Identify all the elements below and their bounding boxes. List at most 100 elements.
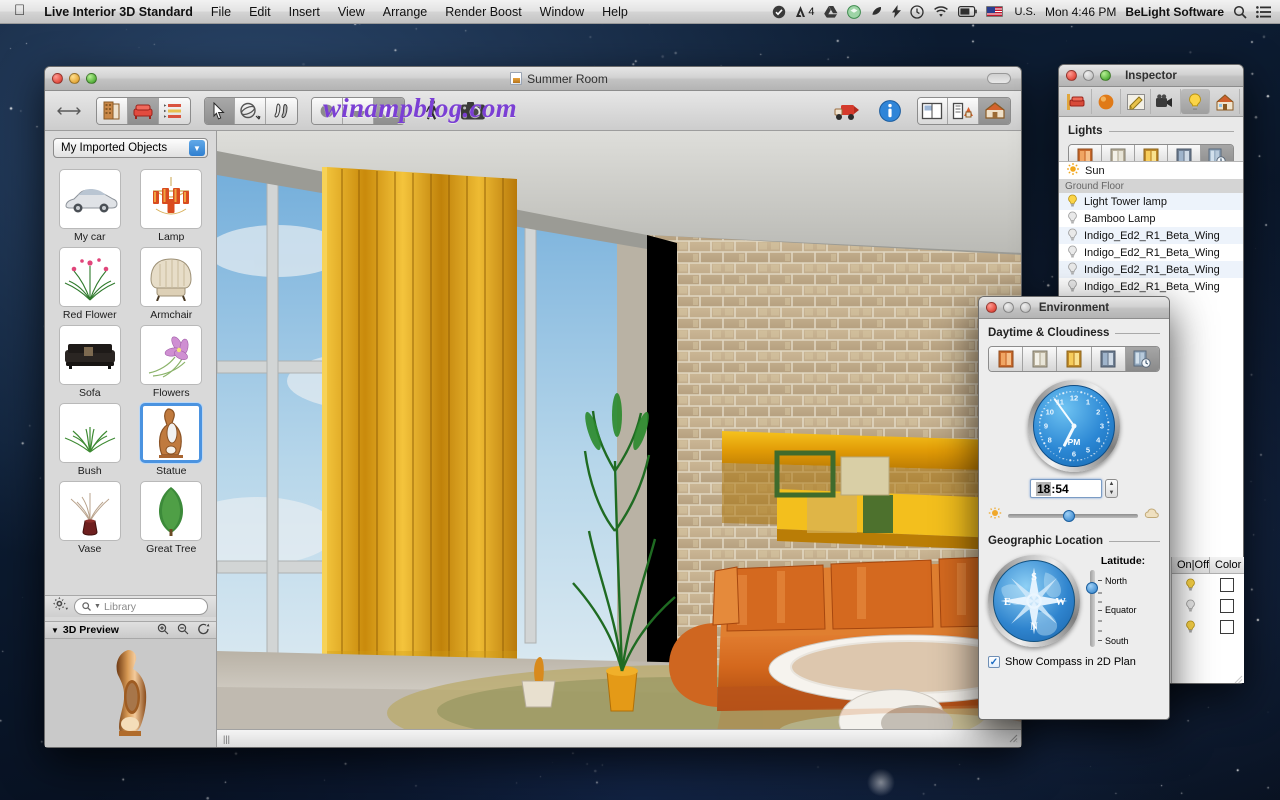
input-locale-label[interactable]: U.S. [1015, 6, 1036, 18]
menu-item-view[interactable]: View [329, 1, 374, 23]
light-row-sun[interactable]: Sun [1059, 162, 1243, 179]
close-button[interactable] [52, 73, 63, 84]
3d-viewport[interactable] [217, 131, 1021, 729]
window-resize-handle[interactable] [1007, 730, 1021, 748]
column-header-onoff[interactable]: On|Off [1172, 557, 1210, 573]
apple-icon[interactable]:  [6, 3, 35, 20]
list-icon[interactable] [158, 97, 190, 124]
column-header-color[interactable]: Color [1210, 557, 1245, 573]
latitude-slider-track[interactable] [1086, 570, 1098, 647]
menu-item-help[interactable]: Help [593, 1, 637, 23]
orbit-icon[interactable] [235, 97, 267, 124]
table-row[interactable] [1172, 595, 1244, 616]
overcast-window-icon[interactable] [1023, 347, 1058, 371]
3d-preview-pane[interactable] [45, 639, 216, 747]
library-item-vase[interactable]: Vase [53, 481, 127, 555]
furniture-icon[interactable] [127, 97, 159, 124]
sunrise-window-icon[interactable] [989, 347, 1024, 371]
inspector-zoom-button[interactable] [1100, 70, 1111, 81]
time-of-day-clock[interactable]: PM 12 1 2 3 4 5 6 7 8 9 10 11 [988, 380, 1160, 472]
gear-icon[interactable] [53, 597, 69, 616]
evernote-icon[interactable] [870, 5, 883, 18]
light-row-indigo-3[interactable]: Indigo_Ed2_R1_Beta_Wing [1059, 261, 1243, 278]
menu-item-arrange[interactable]: Arrange [374, 1, 436, 23]
light-row-light-tower-lamp[interactable]: Light Tower lamp [1059, 193, 1243, 210]
inspector-titlebar[interactable]: Inspector [1059, 65, 1243, 87]
site-tab-icon[interactable] [1210, 89, 1241, 114]
color-swatch[interactable] [1209, 619, 1244, 634]
table-row[interactable] [1172, 574, 1244, 595]
checkbox-checked-icon[interactable]: ✓ [988, 656, 1000, 668]
light-row-bamboo-lamp[interactable]: Bamboo Lamp [1059, 210, 1243, 227]
wifi-icon[interactable] [933, 5, 949, 18]
library-item-bush[interactable]: Bush [53, 403, 127, 477]
light-row-indigo-1[interactable]: Indigo_Ed2_R1_Beta_Wing [1059, 227, 1243, 244]
main-window-titlebar[interactable]: Summer Room [45, 67, 1021, 91]
environment-close-button[interactable] [986, 302, 997, 313]
library-item-statue[interactable]: Statue [135, 403, 209, 477]
arrow-select-icon[interactable] [204, 97, 236, 124]
menu-item-file[interactable]: File [202, 1, 240, 23]
bulb-on-icon[interactable] [1172, 578, 1209, 591]
menu-app-name[interactable]: Live Interior 3D Standard [35, 1, 202, 23]
color-swatch[interactable] [1209, 598, 1244, 613]
menu-item-insert[interactable]: Insert [280, 1, 329, 23]
time-machine-icon[interactable] [909, 4, 924, 19]
time-stepper[interactable]: ▲ ▼ [1105, 479, 1118, 498]
adobe-icon[interactable]: 4 [795, 5, 815, 18]
library-item-armchair[interactable]: Armchair [135, 247, 209, 321]
chevron-down-icon[interactable]: ▼ [189, 140, 205, 156]
library-item-my-car[interactable]: My car [53, 169, 127, 243]
input-locale-flag-icon[interactable] [985, 6, 1003, 17]
menu-item-render-boost[interactable]: Render Boost [436, 1, 530, 23]
light-tab-icon[interactable] [1180, 89, 1211, 114]
library-collection-popup[interactable]: My Imported Objects ▼ [53, 138, 208, 158]
building-icon[interactable] [97, 97, 128, 124]
library-item-sofa[interactable]: Sofa [53, 325, 127, 399]
dropbox-icon[interactable] [846, 4, 861, 19]
menubar-clock[interactable]: Mon 4:46 PM [1045, 5, 1116, 19]
bulb-off-icon[interactable] [1067, 279, 1078, 295]
bulb-off-icon[interactable] [1067, 211, 1078, 227]
walk-tool-icon[interactable] [266, 97, 297, 124]
rotate-icon[interactable] [197, 623, 210, 638]
camera-tab-icon[interactable] [1151, 89, 1181, 114]
library-item-lamp[interactable]: Lamp [135, 169, 209, 243]
menu-item-window[interactable]: Window [531, 1, 593, 23]
search-input[interactable]: ▼ Library [74, 598, 208, 615]
library-item-flowers[interactable]: Flowers [135, 325, 209, 399]
bulb-off-icon[interactable] [1172, 599, 1209, 612]
menu-item-edit[interactable]: Edit [240, 1, 280, 23]
zoom-in-icon[interactable] [157, 623, 169, 638]
zoom-out-icon[interactable] [177, 623, 189, 638]
light-row-indigo-2[interactable]: Indigo_Ed2_R1_Beta_Wing [1059, 244, 1243, 261]
inspector-close-button[interactable] [1066, 70, 1077, 81]
table-row[interactable] [1172, 616, 1244, 637]
cloudiness-slider-knob[interactable] [1062, 510, 1075, 522]
disclosure-triangle-icon[interactable]: ▼ [51, 626, 59, 635]
search-icon[interactable] [1233, 5, 1247, 19]
environment-titlebar[interactable]: Environment [979, 297, 1169, 319]
battery-icon[interactable] [957, 6, 977, 17]
light-row-indigo-4[interactable]: Indigo_Ed2_R1_Beta_Wing [1059, 278, 1243, 295]
menubar-user-name[interactable]: BeLight Software [1125, 5, 1224, 19]
environ ment-zoom-button[interactable] [1020, 302, 1031, 313]
edit-tab-icon[interactable] [1121, 89, 1152, 114]
bulb-on-icon[interactable] [1067, 194, 1078, 210]
library-item-red-flower[interactable]: Red Flower [53, 247, 127, 321]
toolbar-toggle-button[interactable] [987, 73, 1011, 84]
time-input[interactable]: 18:54 [1030, 479, 1102, 498]
split-view-icon[interactable] [917, 97, 949, 124]
flash-icon[interactable] [891, 5, 901, 18]
checkmark-badge-icon[interactable] [772, 5, 786, 19]
bulb-on-icon[interactable] [1172, 620, 1209, 633]
notification-list-icon[interactable] [1256, 5, 1271, 18]
cloudiness-slider-track[interactable] [1008, 510, 1138, 522]
compass-rose-icon[interactable]: S N E W [988, 555, 1080, 647]
bulb-off-icon[interactable] [1067, 245, 1078, 261]
bulb-off-icon[interactable] [1067, 262, 1078, 278]
bulb-off-icon[interactable] [1067, 228, 1078, 244]
latitude-slider-knob[interactable] [1086, 582, 1098, 595]
resize-grip-icon[interactable]: ||| [217, 734, 230, 744]
info-icon[interactable] [876, 97, 904, 125]
